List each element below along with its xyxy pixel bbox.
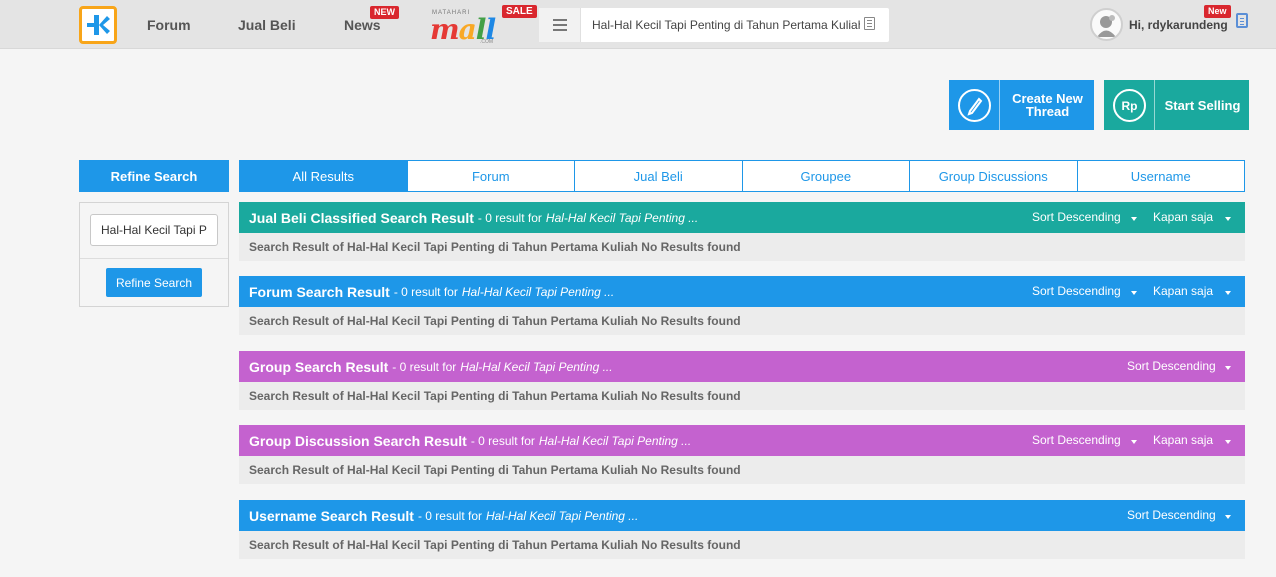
result-title: Jual Beli Classified Search Result xyxy=(249,209,474,226)
sort-dropdown[interactable]: Sort Descending xyxy=(1032,433,1121,447)
tab-group-discussions[interactable]: Group Discussions xyxy=(909,161,1077,191)
result-title: Group Discussion Search Result xyxy=(249,432,467,449)
divider xyxy=(80,258,228,259)
keyboard-icon[interactable] xyxy=(864,17,875,30)
refine-search-header: Refine Search xyxy=(79,160,229,192)
time-dropdown[interactable]: Kapan saja xyxy=(1153,210,1213,224)
chevron-down-icon[interactable] xyxy=(1225,440,1231,444)
result-body: Search Result of Hal-Hal Kecil Tapi Pent… xyxy=(239,382,1245,410)
result-title: Group Search Result xyxy=(249,358,389,375)
result-body: Search Result of Hal-Hal Kecil Tapi Pent… xyxy=(239,531,1245,559)
kaskus-logo[interactable] xyxy=(79,6,117,44)
result-count: - 0 result for xyxy=(477,210,542,225)
menu-icon[interactable] xyxy=(539,8,581,42)
pencil-icon xyxy=(949,80,1000,130)
result-body: Search Result of Hal-Hal Kecil Tapi Pent… xyxy=(239,456,1245,484)
result-query: Hal-Hal Kecil Tapi Penting ... xyxy=(538,433,692,448)
result-query: Hal-Hal Kecil Tapi Penting ... xyxy=(460,359,613,374)
result-query: Hal-Hal Kecil Tapi Penting ... xyxy=(461,284,615,299)
avatar[interactable] xyxy=(1090,8,1123,41)
chevron-down-icon[interactable] xyxy=(1225,291,1231,295)
sort-dropdown[interactable]: Sort Descending xyxy=(1127,359,1216,373)
mall-brand-com: .COM xyxy=(480,39,494,45)
result-header: Group Discussion Search Result - 0 resul… xyxy=(239,425,1245,456)
sort-dropdown[interactable]: Sort Descending xyxy=(1127,508,1216,522)
tab-groupee[interactable]: Groupee xyxy=(741,161,910,191)
result-count: - 0 result for xyxy=(470,433,535,448)
result-tabs: All Results Forum Jual Beli Groupee Grou… xyxy=(239,160,1245,192)
chevron-down-icon[interactable] xyxy=(1131,217,1137,221)
group-discussion-result-section: Group Discussion Search Result - 0 resul… xyxy=(239,425,1245,484)
rupiah-icon: Rp xyxy=(1104,80,1155,130)
mall-sale-badge: SALE xyxy=(502,5,537,18)
group-result-section: Group Search Result - 0 result for Hal-H… xyxy=(239,351,1245,410)
time-dropdown[interactable]: Kapan saja xyxy=(1153,284,1213,298)
start-selling-label: Start Selling xyxy=(1164,97,1241,113)
result-body: Search Result of Hal-Hal Kecil Tapi Pent… xyxy=(239,233,1245,261)
kaskus-k-icon xyxy=(87,15,110,35)
result-count: - 0 result for xyxy=(417,508,482,523)
tab-jual-beli[interactable]: Jual Beli xyxy=(574,161,742,191)
result-count: - 0 result for xyxy=(393,284,458,299)
result-header: Group Search Result - 0 result for Hal-H… xyxy=(239,351,1245,382)
nav-forum[interactable]: Forum xyxy=(147,17,191,33)
notification-icon[interactable] xyxy=(1236,13,1248,28)
sort-dropdown[interactable]: Sort Descending xyxy=(1032,284,1121,298)
chevron-down-icon[interactable] xyxy=(1225,515,1231,519)
sort-dropdown[interactable]: Sort Descending xyxy=(1032,210,1121,224)
refine-search-panel: Refine Search xyxy=(79,202,229,307)
search-bar: Hal-Hal Kecil Tapi Penting di Tahun Pert… xyxy=(539,8,889,42)
create-thread-label: Create New Thread xyxy=(1012,91,1083,119)
result-header: Username Search Result - 0 result for Ha… xyxy=(239,500,1245,531)
username-label[interactable]: Hi, rdykarundeng xyxy=(1129,18,1228,32)
result-header: Forum Search Result - 0 result for Hal-H… xyxy=(239,276,1245,307)
chevron-down-icon[interactable] xyxy=(1131,440,1137,444)
chevron-down-icon[interactable] xyxy=(1225,217,1231,221)
forum-result-section: Forum Search Result - 0 result for Hal-H… xyxy=(239,276,1245,335)
username-result-section: Username Search Result - 0 result for Ha… xyxy=(239,500,1245,559)
result-query: Hal-Hal Kecil Tapi Penting ... xyxy=(545,210,699,225)
result-title: Username Search Result xyxy=(249,507,414,524)
search-input[interactable]: Hal-Hal Kecil Tapi Penting di Tahun Pert… xyxy=(592,18,860,32)
avatar-image-icon xyxy=(1097,15,1116,37)
result-header: Jual Beli Classified Search Result - 0 r… xyxy=(239,202,1245,233)
result-body: Search Result of Hal-Hal Kecil Tapi Pent… xyxy=(239,307,1245,335)
nav-news[interactable]: News xyxy=(344,17,381,33)
user-new-badge: New xyxy=(1204,5,1231,18)
chevron-down-icon[interactable] xyxy=(1131,291,1137,295)
tab-username[interactable]: Username xyxy=(1076,161,1245,191)
create-thread-button[interactable]: Create New Thread xyxy=(949,80,1094,130)
tab-all-results[interactable]: All Results xyxy=(240,161,407,191)
news-new-badge: NEW xyxy=(370,6,399,19)
tab-forum[interactable]: Forum xyxy=(406,161,575,191)
result-title: Forum Search Result xyxy=(249,283,390,300)
result-query: Hal-Hal Kecil Tapi Penting ... xyxy=(486,508,639,523)
refine-search-button[interactable]: Refine Search xyxy=(106,268,202,297)
time-dropdown[interactable]: Kapan saja xyxy=(1153,433,1213,447)
refine-search-input[interactable] xyxy=(90,214,218,246)
result-count: - 0 result for xyxy=(392,359,457,374)
start-selling-button[interactable]: Rp Start Selling xyxy=(1104,80,1249,130)
jual-beli-result-section: Jual Beli Classified Search Result - 0 r… xyxy=(239,202,1245,261)
chevron-down-icon[interactable] xyxy=(1225,366,1231,370)
top-navbar: Forum Jual Beli News NEW MATAHARI mall .… xyxy=(0,0,1276,49)
nav-jual-beli[interactable]: Jual Beli xyxy=(238,17,296,33)
